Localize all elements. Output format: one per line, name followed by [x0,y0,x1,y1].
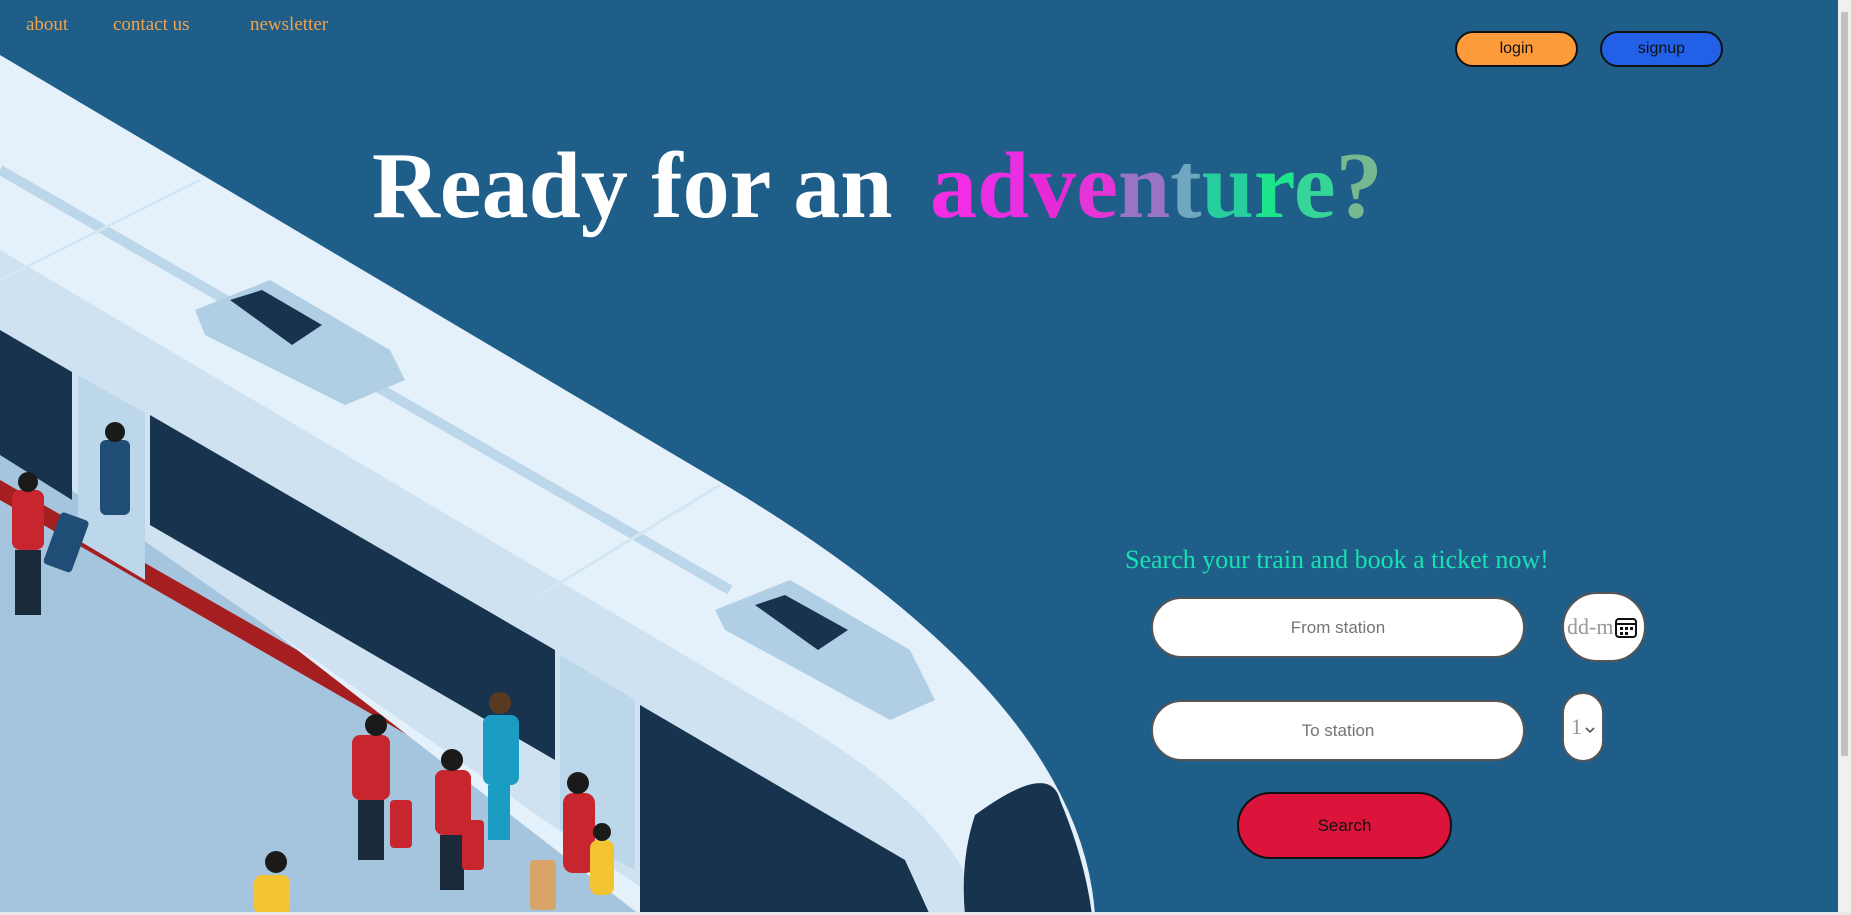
hero-highlight-letter: r [1253,134,1294,238]
passenger-count-select[interactable]: 1 [1562,692,1604,762]
hero-highlight-letter: t [1170,134,1202,238]
hero-highlight-letter: e [1076,134,1119,238]
date-placeholder: dd-m [1567,614,1614,639]
vertical-scrollbar[interactable] [1838,0,1851,915]
chevron-down-icon [1585,714,1595,740]
hero-highlight-letter: ? [1335,134,1383,238]
nav-newsletter-link[interactable]: newsletter [250,14,328,36]
to-station-input[interactable] [1151,700,1525,761]
hero-title: Ready for an adventure? [372,134,1383,238]
search-button[interactable]: Search [1237,792,1452,859]
calendar-icon[interactable] [1614,615,1638,644]
from-station-input[interactable] [1151,597,1525,658]
hero-highlight: adventure? [930,134,1383,238]
nav-contact-link[interactable]: contact us [113,14,190,36]
hero-highlight-letter: n [1118,134,1171,238]
login-button[interactable]: login [1455,31,1578,67]
date-input[interactable]: dd-m [1562,592,1646,662]
nav-about-link[interactable]: about [26,14,68,36]
hero-highlight-letter: v [1029,134,1077,238]
hero-highlight-letter: e [1293,134,1336,238]
hero-highlight-letter: a [930,134,977,238]
scrollbar-thumb[interactable] [1841,12,1848,756]
hero-lead: Ready for an [372,134,893,238]
passenger-count-value: 1 [1571,714,1582,739]
signup-button[interactable]: signup [1600,31,1723,67]
hero-highlight-letter: u [1201,134,1254,238]
hero-highlight-letter: d [977,134,1030,238]
search-heading: Search your train and book a ticket now! [1125,545,1549,574]
